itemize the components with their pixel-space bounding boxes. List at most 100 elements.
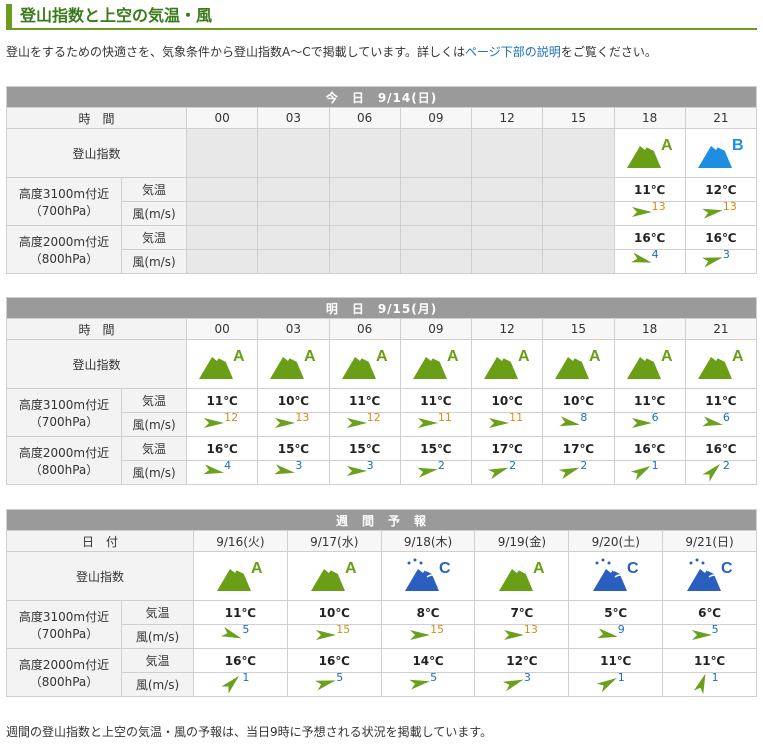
temp-cell: 14℃ xyxy=(380,648,476,673)
time-cell: 00 xyxy=(185,318,259,340)
time-cell: 06 xyxy=(328,107,401,129)
time-cell: 21 xyxy=(684,318,758,340)
wind-speed: 4 xyxy=(224,459,232,472)
wind-cell: 2 xyxy=(542,459,615,485)
temp-cell: 11℃ xyxy=(568,648,664,673)
temp-cell: 10℃ xyxy=(286,600,382,625)
time-cell: 12 xyxy=(470,107,544,129)
time-cell: 9/20(土) xyxy=(568,530,664,552)
svg-text:A: A xyxy=(447,348,459,365)
wind-cell-empty xyxy=(470,249,544,274)
svg-text:A: A xyxy=(589,348,601,365)
wind-cell: 12 xyxy=(328,411,401,437)
temp-label: 気温 xyxy=(121,225,187,250)
wind-arrow: 1 xyxy=(596,671,636,693)
altitude-label: 高度3100m付近 （700hPa） xyxy=(6,177,122,226)
wind-cell: 2 xyxy=(399,459,473,485)
wind-speed: 13 xyxy=(295,411,310,424)
svg-text:B: B xyxy=(732,137,744,154)
temp-label: 気温 xyxy=(121,436,187,461)
wind-speed: 2 xyxy=(437,459,445,472)
wind-speed: 1 xyxy=(711,671,719,684)
wind-speed: 1 xyxy=(617,671,625,684)
wind-label: 風(m/s) xyxy=(121,672,194,697)
temp-cell: 15℃ xyxy=(399,436,473,461)
today-forecast-table: 今 日 9/14(日) 時 間 00 03 06 09 12 15 18 21 登山指数 A B 高度31… xyxy=(5,86,758,274)
wind-cell: 1 xyxy=(193,671,288,697)
temp-cell: 5℃ xyxy=(568,600,664,625)
wind-cell-empty xyxy=(185,249,259,274)
wind-direction-icon xyxy=(630,466,651,481)
mountain-rank-icon: A xyxy=(270,348,316,379)
wind-direction-icon xyxy=(488,467,509,480)
wind-label: 風(m/s) xyxy=(121,460,187,485)
wind-direction-icon xyxy=(597,628,618,639)
temp-cell-empty xyxy=(185,177,259,202)
mountain-rank-icon: A xyxy=(311,560,357,591)
mountain-rank-icon: A xyxy=(626,137,673,168)
wind-arrow: 12 xyxy=(202,411,242,433)
index-cell: A xyxy=(286,551,382,601)
wind-arrow: 9 xyxy=(596,623,636,645)
help-link[interactable]: ページ下部の説明 xyxy=(465,45,561,59)
weekly-forecast-table: 週 間 予 報日 付 9/16(火) 9/17(水) 9/18(木) 9/19(金) 9/… xyxy=(6,509,757,697)
footer-note: 週間の登山指数と上空の気温・風の予報は、当日9時に予想される状況を掲載しています… xyxy=(6,725,493,739)
temp-cell-empty xyxy=(542,225,615,250)
wind-cell: 4 xyxy=(185,459,259,485)
wind-arrow: 4 xyxy=(202,459,242,481)
wind-cell: 2 xyxy=(684,459,758,485)
wind-cell-empty xyxy=(257,201,330,226)
wind-speed: 3 xyxy=(295,459,303,472)
wind-cell: 5 xyxy=(662,623,757,649)
temp-cell: 11℃ xyxy=(193,600,288,625)
wind-direction-icon xyxy=(316,630,337,640)
index-cell: A xyxy=(193,551,288,601)
wind-arrow: 2 xyxy=(487,459,527,481)
wind-speed: 2 xyxy=(509,459,517,472)
temp-cell: 10℃ xyxy=(470,388,544,413)
wind-label: 風(m/s) xyxy=(121,201,187,226)
temp-label: 気温 xyxy=(121,177,187,202)
temp-cell: 12℃ xyxy=(684,177,758,202)
wind-speed: 12 xyxy=(224,411,239,424)
wind-cell: 3 xyxy=(328,459,401,485)
temp-cell: 17℃ xyxy=(542,436,615,461)
intro-text: 登山をするための快適さを、気象条件から登山指数A～Cで掲載しています。詳しくはペ… xyxy=(6,45,657,59)
wind-speed: 15 xyxy=(336,623,351,636)
wind-cell: 15 xyxy=(286,623,382,649)
wind-label: 風(m/s) xyxy=(121,624,194,649)
temp-cell: 15℃ xyxy=(257,436,330,461)
mountain-rank-icon: A xyxy=(626,348,673,379)
index-cell: A xyxy=(542,339,615,389)
svg-text:A: A xyxy=(304,348,316,365)
index-cell: A xyxy=(328,339,401,389)
wind-arrow: 3 xyxy=(345,459,385,481)
wind-cell: 1 xyxy=(568,671,664,697)
wind-cell-empty xyxy=(328,201,401,226)
wind-cell: 13 xyxy=(257,411,330,437)
wind-arrow: 6 xyxy=(630,411,670,433)
wind-direction-icon xyxy=(702,208,723,219)
wind-arrow: 13 xyxy=(273,411,313,433)
wind-direction-icon xyxy=(691,630,712,640)
mountain-rank-icon: B xyxy=(697,137,744,168)
wind-speed: 5 xyxy=(242,623,250,636)
temp-cell: 12℃ xyxy=(474,648,570,673)
wind-direction-icon xyxy=(346,418,367,428)
temp-cell: 15℃ xyxy=(328,436,401,461)
wind-direction-icon xyxy=(274,464,296,475)
altitude-label: 高度2000m付近 （800hPa） xyxy=(6,225,122,274)
wind-arrow: 13 xyxy=(630,200,670,222)
wind-direction-icon xyxy=(559,416,581,427)
wind-speed: 3 xyxy=(523,671,531,684)
temp-cell: 16℃ xyxy=(613,225,686,250)
temp-cell-empty xyxy=(470,225,544,250)
wind-arrow: 5 xyxy=(314,671,354,693)
wind-speed: 15 xyxy=(430,623,445,636)
svg-text:A: A xyxy=(345,560,357,577)
wind-direction-icon xyxy=(410,630,431,640)
index-cell-empty xyxy=(328,128,401,178)
table-header: 明 日 9/15(月) xyxy=(5,297,758,319)
temp-label: 気温 xyxy=(121,388,187,413)
wind-cell: 13 xyxy=(613,200,686,226)
